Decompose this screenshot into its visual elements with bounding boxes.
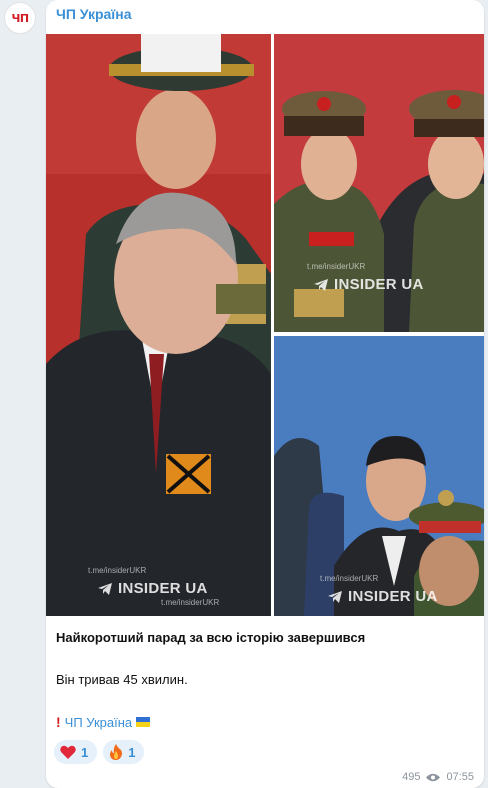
watermark-handle-br: t.me/insiderUKR xyxy=(320,574,379,583)
fire-icon xyxy=(110,744,123,760)
telegram-icon xyxy=(98,582,112,595)
avatar-label: ЧП xyxy=(11,11,29,25)
post-body: Він тривав 45 хвилин. xyxy=(56,672,188,687)
channel-name[interactable]: ЧП Україна xyxy=(56,6,132,22)
views-count: 495 xyxy=(402,771,421,783)
channel-avatar[interactable]: ЧП xyxy=(4,2,36,34)
telegram-icon xyxy=(328,590,342,603)
message-bubble: ЧП Україна t.me/insiderUKR INSIDER UA t.… xyxy=(46,0,484,788)
heart-icon xyxy=(60,745,76,759)
reaction-fire-count: 1 xyxy=(128,744,136,760)
post-signature: ! ЧП Україна xyxy=(56,714,151,730)
reaction-fire[interactable]: 1 xyxy=(103,740,145,764)
watermark-brand-label: INSIDER UA xyxy=(348,588,438,605)
message-meta: 495 07:55 xyxy=(402,771,474,783)
reaction-heart[interactable]: 1 xyxy=(54,740,98,764)
watermark-brand-br: INSIDER UA xyxy=(328,588,438,605)
watermark-handle: t.me/insiderUKR xyxy=(88,566,147,575)
album-photo-1[interactable]: t.me/insiderUKR INSIDER UA t.me/insiderU… xyxy=(46,34,271,616)
watermark-brand-label: INSIDER UA xyxy=(118,580,208,597)
watermark-handle-2: t.me/insiderUKR xyxy=(161,598,220,607)
eye-icon xyxy=(426,773,441,781)
reaction-heart-count: 1 xyxy=(81,744,89,760)
post-title: Найкоротший парад за всю історію заверши… xyxy=(56,630,366,645)
watermark-brand-tr: INSIDER UA xyxy=(314,276,424,293)
watermark-brand: INSIDER UA xyxy=(98,580,208,597)
album-photo-2[interactable]: t.me/insiderUKR INSIDER UA xyxy=(274,34,484,332)
album-photo-3[interactable]: t.me/insiderUKR INSIDER UA xyxy=(274,336,484,616)
telegram-icon xyxy=(314,278,328,291)
photo-1-illustration xyxy=(46,34,271,616)
media-album: t.me/insiderUKR INSIDER UA t.me/insiderU… xyxy=(46,34,484,616)
photo-3-illustration xyxy=(274,336,484,616)
message-time: 07:55 xyxy=(446,771,474,783)
watermark-brand-label: INSIDER UA xyxy=(334,276,424,293)
exclamation-icon: ! xyxy=(56,714,61,730)
signature-link[interactable]: ЧП Україна xyxy=(65,715,132,730)
reactions-bar: 1 1 xyxy=(54,740,145,764)
watermark-handle-tr: t.me/insiderUKR xyxy=(307,262,366,271)
ukraine-flag-icon xyxy=(136,717,151,727)
